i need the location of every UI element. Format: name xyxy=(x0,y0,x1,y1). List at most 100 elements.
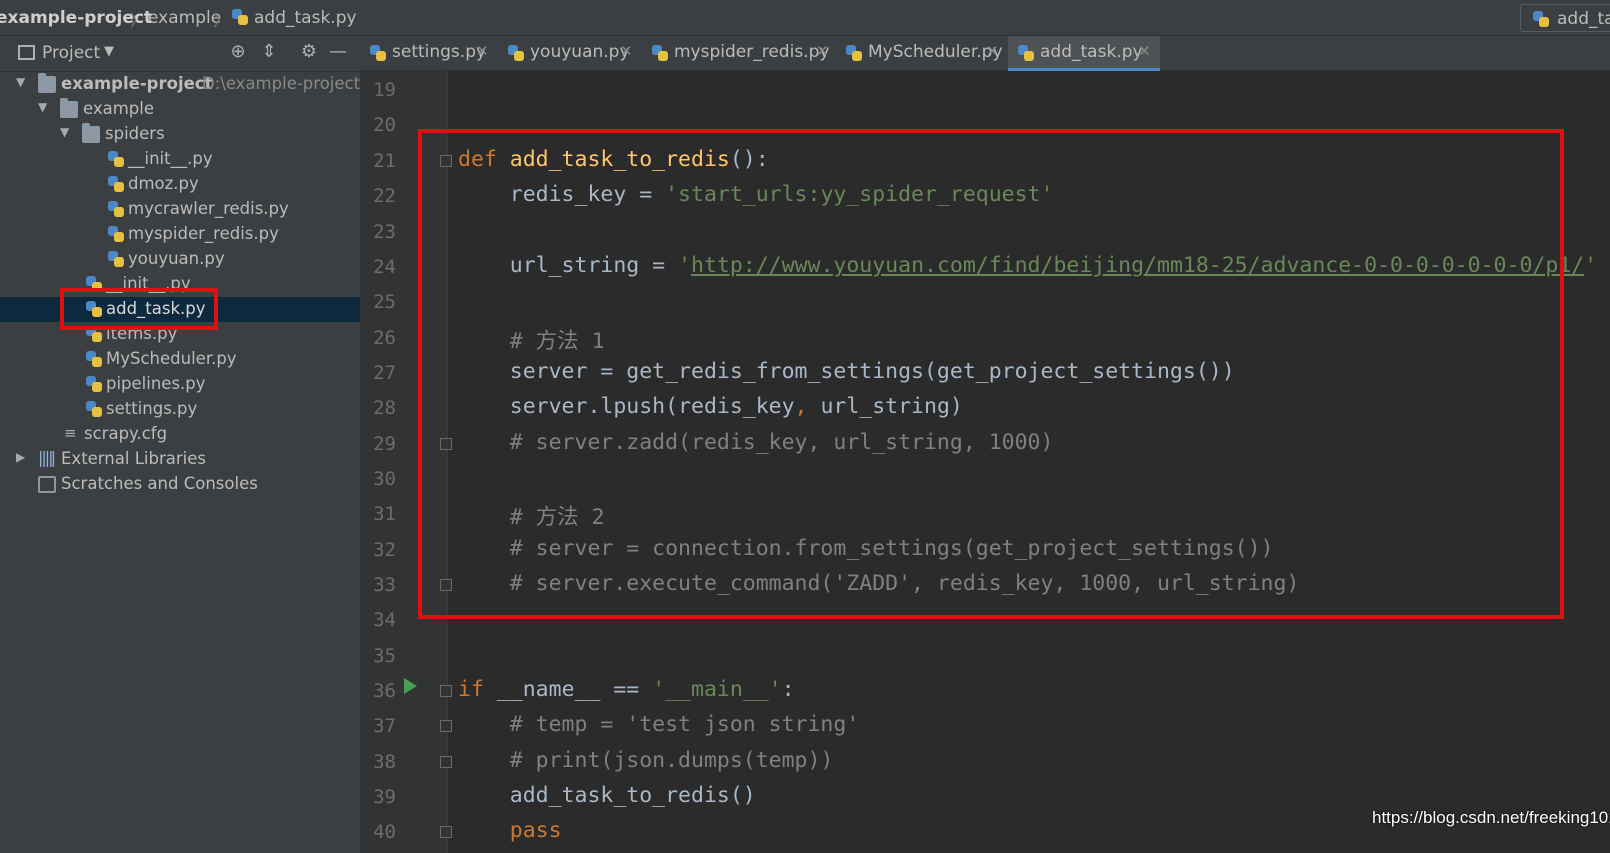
tree-item-spiders[interactable]: ▼ spiders xyxy=(0,122,360,147)
line-number: 24 xyxy=(373,256,396,278)
chevron-down-icon[interactable]: ▼ xyxy=(16,75,30,89)
tree-item-label: __init__.py xyxy=(128,149,213,168)
tree-item-example[interactable]: ▼ example xyxy=(0,97,360,122)
line-number: 20 xyxy=(373,114,396,136)
close-icon[interactable]: ✕ xyxy=(620,42,633,60)
line-number: 38 xyxy=(373,751,396,773)
tab-label: myspider_redis.py xyxy=(674,42,830,62)
line-number: 39 xyxy=(373,786,396,808)
package-folder-icon xyxy=(60,98,78,118)
line-number: 30 xyxy=(373,468,396,490)
chevron-down-icon[interactable]: ▼ xyxy=(38,100,52,114)
code-line: # temp = 'test json string' xyxy=(458,712,860,737)
tree-item-file[interactable]: __init__.py xyxy=(0,147,360,172)
line-number: 19 xyxy=(373,79,396,101)
folder-icon xyxy=(38,73,56,93)
library-icon: |||‖ xyxy=(38,448,56,467)
tab-label: youyuan.py xyxy=(530,42,630,62)
code-line: add_task_to_redis() xyxy=(458,783,756,808)
tree-item-file[interactable]: settings.py xyxy=(0,397,360,422)
tree-item-file[interactable]: MyScheduler.py xyxy=(0,347,360,372)
watermark-text: https://blog.csdn.net/freeking101 xyxy=(1372,808,1610,827)
project-panel-header: Project ▼ ⊕ ⇕ ⚙ — xyxy=(0,36,360,72)
tree-item-label: example-project xyxy=(61,74,213,93)
tree-item-label: pipelines.py xyxy=(106,374,206,393)
line-number: 31 xyxy=(373,503,396,525)
tree-item-label: scrapy.cfg xyxy=(84,424,168,443)
fold-marker-icon[interactable] xyxy=(440,826,452,838)
run-configuration-selector[interactable]: add_tas xyxy=(1520,4,1610,32)
line-number: 28 xyxy=(373,397,396,419)
tree-item-example-project[interactable]: ▼ example-project D:\example-project xyxy=(0,72,360,97)
tab-myspider-redis[interactable]: myspider_redis.py ✕ xyxy=(642,36,836,71)
line-number: 32 xyxy=(373,539,396,561)
line-number: 21 xyxy=(373,150,396,172)
tree-item-file[interactable]: myspider_redis.py xyxy=(0,222,360,247)
tree-item-label: spiders xyxy=(105,124,165,143)
line-number: 36 xyxy=(373,680,396,702)
tab-label: MyScheduler.py xyxy=(868,42,1003,62)
tab-youyuan[interactable]: youyuan.py ✕ xyxy=(498,36,642,71)
breadcrumb-separator: 〉 xyxy=(213,11,230,30)
code-string: '__main__' xyxy=(652,677,782,702)
tree-item-label: MyScheduler.py xyxy=(106,349,237,368)
line-number: 27 xyxy=(373,362,396,384)
code-keyword: if xyxy=(458,677,497,702)
tree-item-label: settings.py xyxy=(106,399,198,418)
package-folder-icon xyxy=(82,123,100,143)
line-number: 35 xyxy=(373,645,396,667)
tab-myscheduler[interactable]: MyScheduler.py ✕ xyxy=(836,36,1008,71)
tab-label: settings.py xyxy=(392,42,487,62)
code-editor[interactable]: 19 20 21 22 23 24 25 26 27 28 29 30 31 3… xyxy=(360,71,1610,853)
tree-item-label: myspider_redis.py xyxy=(128,224,279,243)
config-file-icon: ≡ xyxy=(64,424,77,442)
tree-item-file[interactable]: ≡ scrapy.cfg xyxy=(0,422,360,447)
fold-marker-icon[interactable] xyxy=(440,720,452,732)
code-text: __name__ == xyxy=(496,677,653,702)
tab-add-task[interactable]: add_task.py ✕ xyxy=(1008,36,1160,71)
close-icon[interactable]: ✕ xyxy=(986,42,999,60)
close-icon[interactable]: ✕ xyxy=(1138,42,1151,60)
breadcrumb-folder[interactable]: example xyxy=(148,8,221,28)
highlight-annotation xyxy=(418,129,1564,619)
fold-marker-icon[interactable] xyxy=(440,756,452,768)
breadcrumb-file[interactable]: add_task.py xyxy=(254,8,357,28)
editor-tabs: settings.py ✕ youyuan.py ✕ myspider_redi… xyxy=(360,36,1610,71)
gear-icon[interactable]: ⚙ xyxy=(298,41,320,65)
locate-icon[interactable]: ⊕ xyxy=(227,41,249,65)
line-number: 34 xyxy=(373,609,396,631)
chevron-down-icon[interactable]: ▼ xyxy=(60,125,74,139)
line-number: 33 xyxy=(373,574,396,596)
tab-label: add_task.py xyxy=(1040,42,1143,62)
tree-item-label: youyuan.py xyxy=(128,249,225,268)
tree-item-path: D:\example-project xyxy=(202,74,361,93)
line-number: 23 xyxy=(373,221,396,243)
tree-item-file[interactable]: dmoz.py xyxy=(0,172,360,197)
run-gutter-icon[interactable] xyxy=(404,678,417,694)
breadcrumb: example-project 〉 example 〉 add_task.py … xyxy=(0,0,1610,36)
tree-item-external-libraries[interactable]: ▶ |||‖ External Libraries xyxy=(0,447,360,472)
project-panel-title[interactable]: Project xyxy=(42,43,100,63)
line-number: 40 xyxy=(373,821,396,843)
fold-marker-icon[interactable] xyxy=(440,685,452,697)
code-line: pass xyxy=(458,818,562,843)
tree-item-file[interactable]: pipelines.py xyxy=(0,372,360,397)
close-icon[interactable]: ✕ xyxy=(816,42,829,60)
run-configuration-label: add_tas xyxy=(1557,9,1610,29)
collapse-all-icon[interactable]: ⇕ xyxy=(258,41,280,65)
breadcrumb-separator: 〉 xyxy=(130,11,147,30)
tree-item-label: example xyxy=(83,99,155,118)
highlight-annotation xyxy=(60,288,218,330)
tab-settings[interactable]: settings.py ✕ xyxy=(360,36,498,71)
tree-item-file[interactable]: mycrawler_redis.py xyxy=(0,197,360,222)
close-icon[interactable]: ✕ xyxy=(476,42,489,60)
scratches-icon xyxy=(38,476,56,493)
tree-item-scratches[interactable]: Scratches and Consoles xyxy=(0,472,360,497)
chevron-right-icon[interactable]: ▶ xyxy=(16,450,30,464)
minimize-icon[interactable]: — xyxy=(327,41,349,65)
project-tool-window: Project ▼ ⊕ ⇕ ⚙ — ▼ example-project D:\e… xyxy=(0,36,360,853)
tree-item-file[interactable]: youyuan.py xyxy=(0,247,360,272)
chevron-down-icon[interactable]: ▼ xyxy=(104,44,114,59)
project-view-icon xyxy=(18,45,35,60)
line-number: 22 xyxy=(373,185,396,207)
